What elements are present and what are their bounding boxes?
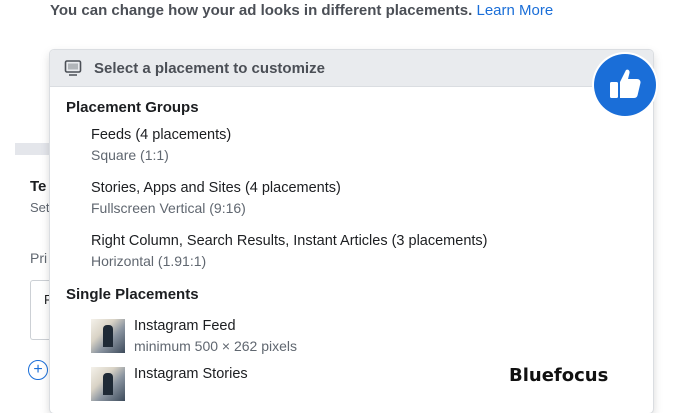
group-ratio: Square (1:1): [91, 147, 169, 163]
intro-sentence: You can change how your ad looks in diff…: [50, 2, 473, 19]
monitor-icon: [64, 60, 82, 76]
single-placement-instagram-feed[interactable]: Instagram Feed minimum 500 × 262 pixels: [50, 317, 653, 355]
watermark-text: Bluefocus: [509, 365, 609, 386]
placement-size: minimum 500 × 262 pixels: [134, 338, 298, 354]
plus-circle-icon[interactable]: +: [28, 360, 48, 380]
placement-name: Instagram Feed: [134, 318, 236, 334]
group-ratio: Fullscreen Vertical (9:16): [91, 200, 246, 216]
group-name: Stories, Apps and Sites (4 placements): [91, 180, 341, 196]
thumbs-up-glyph: [610, 69, 641, 98]
intro-text: You can change how your ad looks in diff…: [50, 2, 670, 19]
thumbs-up-icon: [594, 54, 656, 116]
background-section-title: Te: [30, 178, 47, 195]
dropdown-header[interactable]: Select a placement to customize: [50, 50, 653, 87]
dropdown-header-label: Select a placement to customize: [94, 59, 325, 77]
placement-groups-heading: Placement Groups: [66, 99, 199, 116]
instagram-feed-thumbnail: [91, 319, 125, 353]
learn-more-link[interactable]: Learn More: [476, 2, 553, 19]
section-divider: [15, 143, 55, 155]
placement-group-stories[interactable]: Stories, Apps and Sites (4 placements) F…: [50, 179, 653, 217]
placement-group-feeds[interactable]: Feeds (4 placements) Square (1:1): [50, 126, 653, 164]
group-name: Right Column, Search Results, Instant Ar…: [91, 233, 488, 249]
background-field-label: Pri: [30, 250, 48, 266]
placement-dropdown: Select a placement to customize Placemen…: [50, 50, 653, 413]
instagram-stories-thumbnail: [91, 367, 125, 401]
group-name: Feeds (4 placements): [91, 127, 232, 143]
single-placements-heading: Single Placements: [66, 286, 199, 303]
group-ratio: Horizontal (1.91:1): [91, 253, 207, 269]
placement-group-right-column[interactable]: Right Column, Search Results, Instant Ar…: [50, 232, 653, 270]
placement-name: Instagram Stories: [134, 366, 248, 382]
background-section-subtitle: Set: [30, 200, 50, 215]
